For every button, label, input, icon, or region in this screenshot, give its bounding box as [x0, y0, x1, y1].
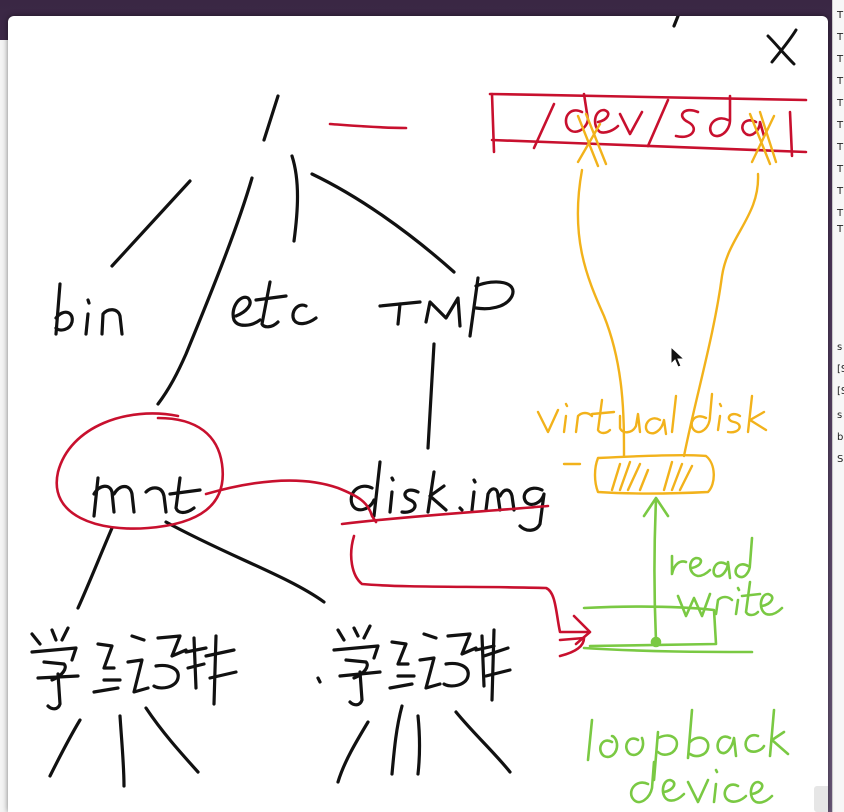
root-slash	[262, 94, 280, 142]
child-line	[416, 714, 422, 776]
text-fragment: b	[837, 432, 844, 443]
text-fragment: T	[837, 54, 844, 65]
branch-root-to-etc	[290, 154, 300, 243]
read-write-arrow-shaft	[653, 498, 658, 642]
child-line	[118, 714, 126, 788]
arrow-origin-dot	[650, 636, 662, 648]
text-fragment: T	[837, 76, 844, 87]
label-study-folder-left	[30, 626, 238, 711]
label-device	[629, 760, 774, 804]
text-fragment: T	[837, 208, 844, 219]
text-fragment: T	[837, 164, 844, 175]
close-icon[interactable]	[762, 26, 802, 66]
green-ink	[582, 496, 790, 804]
funnel-right	[682, 172, 760, 458]
text-fragment: T	[837, 98, 844, 109]
dev-sda-box-right	[788, 110, 794, 158]
diskimg-to-loopback-arrow	[349, 534, 590, 634]
label-tmp	[378, 276, 515, 338]
label-loopback	[586, 708, 790, 782]
branch-root-to-bin	[110, 179, 192, 268]
child-line	[144, 706, 200, 774]
text-fragment: T	[837, 186, 844, 197]
text-fragment: s	[837, 342, 843, 353]
branch-mnt-to-left-folder	[76, 526, 114, 610]
text-fragment: s	[837, 410, 843, 421]
mouse-pointer-icon	[670, 346, 686, 368]
filesystem-diagram-drawing	[30, 16, 808, 804]
text-fragment: T	[837, 10, 844, 21]
branch-root-to-mnt	[156, 176, 254, 406]
stray-mark	[672, 16, 680, 28]
label-read	[670, 536, 754, 580]
mnt-highlight-circle	[55, 412, 225, 530]
loopback-box	[582, 605, 718, 648]
branch-mnt-to-right-folder	[164, 520, 326, 604]
label-dev-sda	[532, 92, 766, 150]
corner-tab-button[interactable]	[814, 786, 828, 812]
yellow-ink	[536, 110, 778, 495]
hatch	[678, 464, 694, 492]
child-line	[48, 718, 82, 778]
label-bin	[54, 282, 124, 336]
text-fragment: T	[837, 120, 844, 131]
hatch	[610, 462, 622, 492]
hatch	[670, 462, 684, 492]
label-etc	[231, 280, 318, 329]
dev-sda-box-top	[488, 92, 808, 102]
text-fragment: T	[837, 224, 844, 235]
background-window-right[interactable]: T T T T T T T T T T T s s [S [S b S	[832, 0, 844, 812]
text-fragment: T	[837, 142, 844, 153]
label-virtual-disk	[536, 392, 768, 436]
child-line	[454, 710, 512, 774]
child-line	[390, 704, 404, 776]
dev-sda-box-left	[490, 92, 496, 154]
text-fragment: [S	[837, 364, 844, 375]
black-ink-tree	[30, 16, 680, 788]
label-write	[676, 580, 784, 618]
loopback-baseline	[582, 646, 754, 654]
branch-root-to-tmp	[310, 172, 456, 274]
hatch	[618, 460, 632, 492]
text-fragment: T	[837, 32, 844, 43]
hatch	[662, 460, 674, 492]
branch-tmp-to-diskimg	[426, 342, 436, 450]
label-study-folder-right	[316, 624, 512, 707]
text-fragment: S	[837, 454, 844, 465]
hatch	[626, 462, 642, 492]
child-line	[336, 720, 370, 784]
label-mnt	[92, 476, 202, 518]
hatch	[638, 468, 650, 492]
whiteboard-canvas[interactable]	[8, 16, 828, 812]
text-fragment: [S	[837, 386, 844, 397]
root-dash	[328, 122, 408, 130]
